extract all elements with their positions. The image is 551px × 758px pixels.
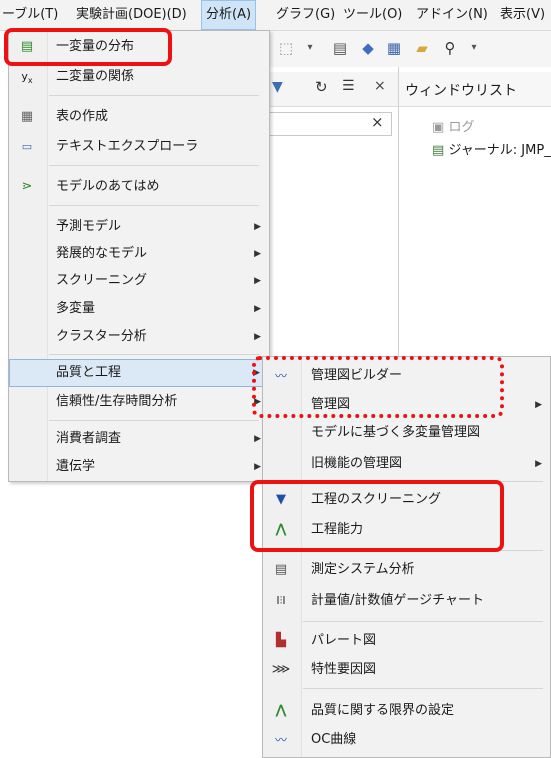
submenu-item-quality-limits[interactable]: ⋀ 品質に関する限界の設定: [263, 697, 550, 725]
fishbone-icon: ⋙: [271, 662, 291, 677]
menu-addin[interactable]: アドイン(N): [416, 0, 488, 30]
submenu-arrow-icon: ▶: [535, 400, 542, 410]
text-explorer-icon: ▭: [21, 140, 33, 153]
menu-item-quality-and-process[interactable]: 品質と工程 ▶: [9, 359, 269, 387]
menu-item-consumer-research[interactable]: 消費者調査 ▶: [9, 425, 269, 453]
analyze-menu: ▤ 一変量の分布 yx 二変量の関係 ▦ 表の作成 ▭ テキストエクスプローラ …: [8, 30, 270, 482]
close-icon[interactable]: ×: [374, 78, 386, 94]
gauge-chart-icon: I⫶I: [276, 594, 286, 607]
menu-item-clustering[interactable]: クラスター分析 ▶: [9, 323, 269, 351]
menu-graph[interactable]: グラフ(G): [276, 0, 335, 30]
menu-doe[interactable]: 実験計画(DOE)(D): [76, 0, 187, 30]
submenu-arrow-icon: ▶: [254, 434, 261, 444]
submenu-arrow-icon: ▶: [254, 222, 261, 232]
fit-model-icon: ⋗: [21, 179, 33, 194]
window-list-header: ウィンドウリスト: [399, 72, 551, 107]
filter-icon[interactable]: ▼: [272, 79, 283, 95]
log-icon: ▣: [432, 120, 445, 135]
submenu-item-msa[interactable]: ▤ 測定システム分析: [263, 556, 550, 584]
menu-tools[interactable]: ツール(O): [343, 0, 402, 30]
submenu-arrow-icon: ▶: [254, 249, 261, 259]
submenu-arrow-icon: ▶: [254, 462, 261, 472]
annotation-box-process: [250, 480, 504, 552]
menu-item-multivariate[interactable]: 多変量 ▶: [9, 295, 269, 323]
annotation-box-distribution: [4, 28, 172, 66]
menu-item-specialized-modeling[interactable]: 発展的なモデル ▶: [9, 240, 269, 268]
quality-limits-icon: ⋀: [275, 703, 287, 718]
menu-table[interactable]: ーブル(T): [2, 0, 58, 30]
submenu-item-gauge-chart[interactable]: I⫶I 計量値/計数値ゲージチャート: [263, 587, 550, 615]
toolbar-disabled-icon[interactable]: ⬚: [276, 38, 296, 58]
submenu-item-oc-curve[interactable]: 〰 OC曲線: [263, 726, 550, 754]
journal-label: ジャーナル: JMP_: [448, 143, 551, 158]
journal-item[interactable]: ▤ ジャーナル: JMP_: [432, 139, 551, 158]
menu-item-reliability-survival[interactable]: 信頼性/生存時間分析 ▶: [9, 388, 269, 416]
submenu-item-fishbone[interactable]: ⋙ 特性要因図: [263, 656, 550, 684]
fit-y-by-x-icon: yx: [21, 70, 33, 86]
window-list-title: ウィンドウリスト: [405, 83, 517, 99]
menu-item-genetics[interactable]: 遺伝学 ▶: [9, 453, 269, 481]
filter-input[interactable]: ×: [264, 112, 392, 136]
data-table-icon[interactable]: ▦: [384, 38, 404, 58]
submenu-arrow-icon: ▶: [254, 332, 261, 342]
menu-item-predictive-modeling[interactable]: 予測モデル ▶: [9, 213, 269, 241]
measurement-systems-icon: ▤: [274, 562, 288, 577]
tabulate-icon: ▦: [20, 109, 34, 124]
log-label: ログ: [448, 120, 475, 135]
menu-item-fit-y-by-x[interactable]: yx 二変量の関係: [9, 63, 269, 91]
open-folder-icon[interactable]: ▰: [412, 38, 432, 58]
toolbar: ⬚ ▾ ▤ ◆ ▦ ▰ ⚲ ▾: [262, 31, 551, 68]
refresh-icon[interactable]: ↻: [315, 78, 328, 96]
submenu-item-legacy-control-chart[interactable]: 旧機能の管理図 ▶: [263, 450, 550, 478]
menu-view[interactable]: 表示(V): [500, 0, 545, 30]
annotation-box-control-charts: [252, 356, 504, 418]
log-item[interactable]: ▣ ログ: [432, 116, 474, 135]
toolbar-overflow-icon[interactable]: ▾: [300, 38, 320, 58]
oc-curve-icon: 〰: [274, 733, 287, 747]
list-view-icon[interactable]: ☰: [342, 78, 355, 94]
new-script-icon[interactable]: ▤: [330, 38, 350, 58]
submenu-arrow-icon: ▶: [254, 276, 261, 286]
menu-item-tabulate[interactable]: ▦ 表の作成: [9, 103, 269, 131]
pareto-icon: ▙: [276, 633, 286, 648]
menu-bar: ーブル(T) 実験計画(DOE)(D) 分析(A) グラフ(G) ツール(O) …: [0, 0, 551, 31]
left-panel-header: ▼ ↻ ☰ ×: [262, 72, 398, 107]
submenu-item-model-driven-mvcc[interactable]: モデルに基づく多変量管理図: [263, 419, 550, 447]
menu-item-screening[interactable]: スクリーニング ▶: [9, 267, 269, 295]
submenu-item-pareto[interactable]: ▙ パレート図: [263, 627, 550, 655]
python-icon[interactable]: ◆: [358, 38, 378, 58]
submenu-arrow-icon: ▶: [254, 304, 261, 314]
clear-icon[interactable]: ×: [371, 113, 384, 131]
submenu-arrow-icon: ▶: [535, 459, 542, 469]
menu-item-fit-model[interactable]: ⋗ モデルのあてはめ: [9, 173, 269, 201]
menu-analyze[interactable]: 分析(A): [201, 0, 257, 30]
toolbar-overflow-icon[interactable]: ▾: [464, 38, 484, 58]
menu-item-text-explorer[interactable]: ▭ テキストエクスプローラ: [9, 133, 269, 161]
search-icon[interactable]: ⚲: [440, 38, 460, 58]
journal-icon: ▤: [432, 143, 445, 158]
